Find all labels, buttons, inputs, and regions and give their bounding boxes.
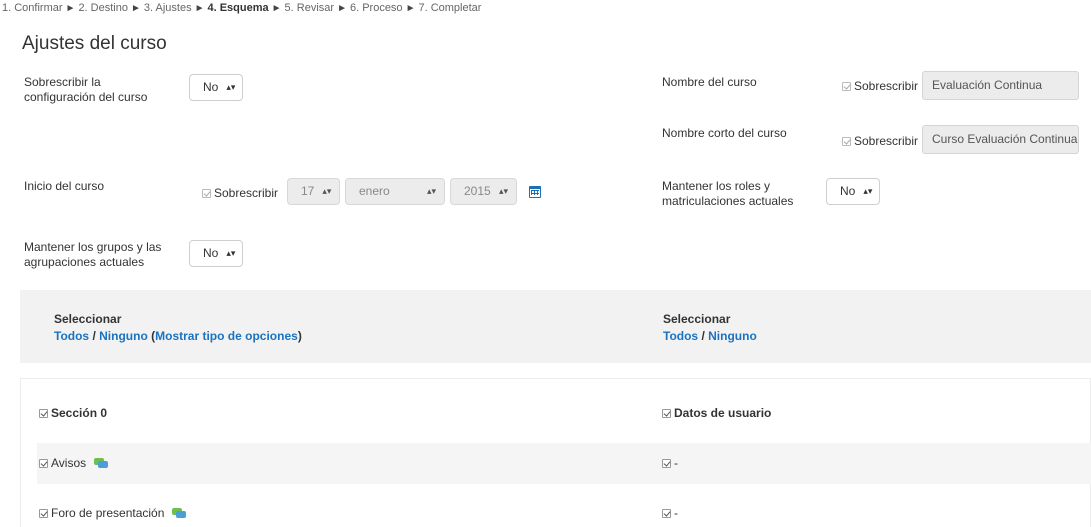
start-date-label: Inicio del curso	[24, 179, 105, 193]
start-year-value: 2015	[464, 184, 491, 198]
checkbox-checked-icon[interactable]	[662, 509, 671, 518]
up-down-caret-icon: ▴▾	[226, 248, 236, 258]
up-down-caret-icon: ▴▾	[498, 186, 508, 196]
checkbox-checked-icon[interactable]	[662, 409, 671, 418]
calendar-icon[interactable]	[529, 185, 541, 203]
forum-icon	[172, 508, 187, 519]
section0-label: Sección 0	[51, 406, 108, 420]
breadcrumb-step-5: 5. Revisar	[284, 2, 335, 14]
select-right-links: Todos / Ninguno	[663, 329, 757, 343]
keep-roles-value: No	[840, 184, 856, 198]
overwrite-conf-value: No	[203, 80, 219, 94]
foro-label: Foro de presentación	[51, 506, 165, 520]
checkbox-checked-icon[interactable]	[39, 459, 48, 468]
up-down-caret-icon: ▴▾	[226, 82, 236, 92]
breadcrumb-step-2: 2. Destino	[78, 2, 128, 14]
foro-userdata-label: -	[674, 506, 678, 520]
keep-groups-value: No	[203, 246, 219, 260]
short-name-override-label: Sobrescribir	[854, 134, 919, 148]
checkbox-checked-icon[interactable]	[662, 459, 671, 468]
start-date-override[interactable]: Sobrescribir	[202, 186, 278, 200]
course-name-label: Nombre del curso	[662, 75, 757, 89]
start-day-select[interactable]: 17 ▴▾	[287, 178, 340, 205]
breadcrumb-step-6: 6. Proceso	[349, 2, 403, 14]
breadcrumb-step-3: 3. Ajustes	[143, 2, 192, 14]
overwrite-conf-label-line2: configuración del curso	[24, 90, 148, 104]
checkbox-checked-icon	[202, 189, 211, 198]
select-left-links: Todos / Ninguno (Mostrar tipo de opcione…	[54, 329, 302, 343]
breadcrumb-separator-icon: ►	[194, 3, 205, 14]
breadcrumb-step-4-current: 4. Esquema	[207, 2, 269, 14]
course-name-field[interactable]: Evaluación Continua	[922, 71, 1079, 100]
keep-roles-label-line1: Mantener los roles y	[662, 179, 771, 193]
section0-item[interactable]: Sección 0	[39, 406, 107, 420]
course-name-override[interactable]: Sobrescribir	[842, 79, 918, 93]
select-all-link[interactable]: Todos	[54, 329, 89, 343]
up-down-caret-icon: ▴▾	[426, 186, 436, 196]
avisos-userdata-label: -	[674, 456, 678, 470]
checkbox-checked-icon[interactable]	[39, 509, 48, 518]
start-month-value: enero	[359, 184, 390, 198]
select-left-heading: Seleccionar	[54, 312, 122, 326]
overwrite-conf-label-line1: Sobrescribir la	[24, 75, 101, 89]
breadcrumb-separator-icon: ►	[405, 3, 416, 14]
course-name-override-label: Sobrescribir	[854, 79, 919, 93]
keep-roles-label-line2: matriculaciones actuales	[662, 194, 794, 208]
avisos-item[interactable]: Avisos	[39, 456, 109, 470]
up-down-caret-icon: ▴▾	[863, 186, 873, 196]
keep-roles-select[interactable]: No ▴▾	[826, 178, 880, 205]
select-none-link[interactable]: Ninguno	[99, 329, 148, 343]
start-day-value: 17	[301, 184, 315, 198]
breadcrumb-separator-icon: ►	[271, 3, 282, 14]
checkbox-checked-icon[interactable]	[39, 409, 48, 418]
paren-close: )	[297, 329, 302, 343]
keep-groups-label-line2: agrupaciones actuales	[24, 255, 145, 269]
foro-userdata-item[interactable]: -	[662, 506, 678, 520]
show-type-options-link[interactable]: Mostrar tipo de opciones	[155, 329, 298, 343]
overwrite-conf-select[interactable]: No ▴▾	[189, 74, 243, 101]
keep-roles-label: Mantener los roles y matriculaciones act…	[662, 179, 793, 209]
user-data-label: Datos de usuario	[674, 406, 772, 420]
breadcrumb-step-1: 1. Confirmar	[2, 2, 63, 14]
checkbox-checked-icon	[842, 82, 851, 91]
start-year-select[interactable]: 2015 ▴▾	[450, 178, 517, 205]
checkbox-checked-icon	[842, 137, 851, 146]
keep-groups-label-line1: Mantener los grupos y las	[24, 240, 162, 254]
select-all-userdata-link[interactable]: Todos	[663, 329, 698, 343]
breadcrumb-step-7: 7. Completar	[418, 2, 482, 14]
short-name-field[interactable]: Curso Evaluación Continua	[922, 125, 1079, 154]
avisos-row	[37, 443, 1091, 484]
select-none-userdata-link[interactable]: Ninguno	[708, 329, 757, 343]
breadcrumb-separator-icon: ►	[65, 3, 76, 14]
forum-icon	[94, 458, 109, 469]
slash-separator: /	[89, 329, 100, 343]
start-month-select[interactable]: enero ▴▾	[345, 178, 445, 205]
breadcrumb-separator-icon: ►	[337, 3, 347, 14]
user-data-item[interactable]: Datos de usuario	[662, 406, 771, 420]
breadcrumb: 1. Confirmar ► 2. Destino ► 3. Ajustes ► 4. Es…	[2, 2, 481, 14]
avisos-userdata-item[interactable]: -	[662, 456, 678, 470]
breadcrumb-separator-icon: ►	[130, 3, 141, 14]
foro-item[interactable]: Foro de presentación	[39, 506, 187, 520]
up-down-caret-icon: ▴▾	[322, 186, 332, 196]
avisos-label: Avisos	[51, 456, 87, 470]
select-right-heading: Seleccionar	[663, 312, 731, 326]
keep-groups-select[interactable]: No ▴▾	[189, 240, 243, 267]
overwrite-conf-label: Sobrescribir la configuración del curso	[24, 75, 147, 105]
keep-groups-label: Mantener los grupos y las agrupaciones a…	[24, 240, 161, 270]
start-date-override-label: Sobrescribir	[214, 186, 279, 200]
slash-separator: /	[698, 329, 709, 343]
short-name-label: Nombre corto del curso	[662, 126, 787, 140]
select-panel	[20, 290, 1091, 363]
section-title: Ajustes del curso	[22, 33, 167, 54]
short-name-override[interactable]: Sobrescribir	[842, 134, 918, 148]
